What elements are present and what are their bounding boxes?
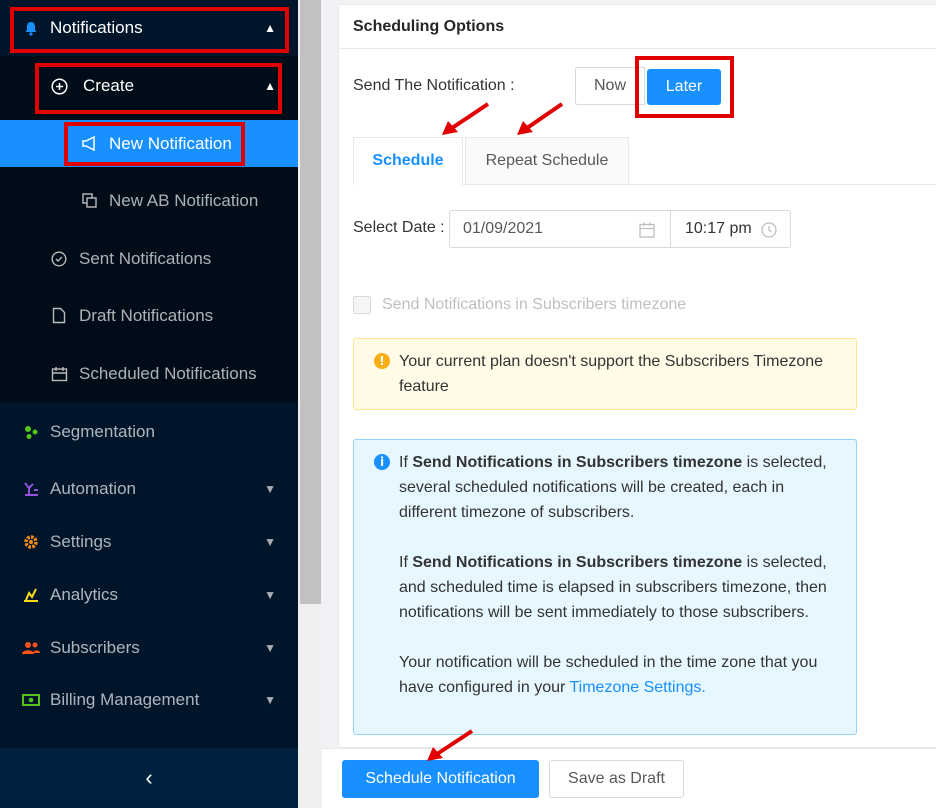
chevron-down-icon: ▼ <box>264 481 276 496</box>
menu-label: Analytics <box>50 584 119 604</box>
users-icon <box>22 639 40 657</box>
menu-label: Segmentation <box>50 421 155 441</box>
calendar-icon <box>50 365 68 383</box>
sidebar-item-label: Scheduled Notifications <box>79 363 257 383</box>
time-value: 10:17 pm <box>685 220 752 237</box>
sidebar-item-label: New Notification <box>109 133 232 153</box>
menu-subscribers[interactable]: Subscribers ▼ <box>0 624 298 671</box>
menu-segmentation[interactable]: Segmentation <box>0 408 298 455</box>
menu-label: Automation <box>50 478 136 498</box>
chevron-up-icon: ▲ <box>264 79 276 93</box>
sidebar-item-label: New AB Notification <box>109 190 259 210</box>
menu-settings[interactable]: Settings ▼ <box>0 518 298 565</box>
timezone-checkbox-label: Send Notifications in Subscribers timezo… <box>382 296 687 313</box>
info-paragraph-2: If Send Notifications in Subscribers tim… <box>399 550 842 625</box>
tab-repeat-schedule[interactable]: Repeat Schedule <box>465 137 629 185</box>
chart-icon <box>22 586 40 604</box>
menu-billing-management[interactable]: Billing Management ▼ <box>0 676 298 723</box>
date-picker-input[interactable]: 01/09/2021 <box>449 210 671 248</box>
scrollbar-thumb[interactable] <box>300 0 321 604</box>
send-label-text: Send The Notification <box>353 77 506 94</box>
gear-icon <box>22 533 40 551</box>
calendar-icon <box>639 222 655 238</box>
sidebar-item-label: Draft Notifications <box>79 305 214 325</box>
now-button[interactable]: Now <box>575 67 645 105</box>
plus-circle-icon <box>50 77 68 95</box>
sidebar-item-new-notification[interactable]: New Notification <box>0 120 298 167</box>
clock-icon <box>761 222 777 238</box>
timezone-settings-link[interactable]: Timezone Settings. <box>569 679 705 696</box>
footer-bar: Schedule Notification Save as Draft <box>322 748 936 808</box>
menu-label: Billing Management <box>50 689 200 709</box>
copy-icon <box>80 192 98 210</box>
menu-notifications-label: Notifications <box>50 18 143 37</box>
menu-label: Subscribers <box>50 637 140 657</box>
sidebar-item-label: Sent Notifications <box>79 248 212 268</box>
time-picker-input[interactable]: 10:17 pm <box>671 210 791 248</box>
sidebar-item-sent-notifications[interactable]: Sent Notifications <box>0 235 298 282</box>
exclamation-circle-icon: ! <box>374 353 390 369</box>
later-button[interactable]: Later <box>647 69 721 105</box>
menu-create[interactable]: Create ▲ <box>0 56 298 116</box>
chevron-down-icon: ▼ <box>264 692 276 707</box>
menu-notifications[interactable]: Notifications ▲ <box>0 0 298 56</box>
sidebar-item-scheduled-notifications[interactable]: Scheduled Notifications <box>0 350 298 397</box>
info-text: If <box>399 454 413 471</box>
select-date-label: Select Date : <box>353 219 445 237</box>
file-icon <box>50 307 68 325</box>
info-text: If <box>399 554 413 571</box>
chevron-left-icon: ‹ <box>145 765 153 790</box>
robot-icon <box>22 480 40 498</box>
bell-icon <box>22 19 40 37</box>
warning-alert: ! Your current plan doesn't support the … <box>353 338 857 410</box>
timezone-checkbox[interactable] <box>353 296 371 314</box>
chevron-down-icon: ▼ <box>264 534 276 549</box>
sidebar: Notifications ▲ Create ▲ New Notificatio… <box>0 0 298 808</box>
sidebar-collapse-button[interactable]: ‹ <box>0 748 298 808</box>
sidebar-item-draft-notifications[interactable]: Draft Notifications <box>0 292 298 339</box>
tab-schedule[interactable]: Schedule <box>353 137 463 185</box>
label-colon: : <box>435 219 445 236</box>
cluster-icon <box>22 423 40 441</box>
scheduling-options-card: Scheduling Options Send The Notification… <box>338 4 936 748</box>
date-value: 01/09/2021 <box>463 220 544 237</box>
info-bold-text: Send Notifications in Subscribers timezo… <box>412 554 743 571</box>
check-circle-icon <box>50 250 68 268</box>
save-as-draft-button[interactable]: Save as Draft <box>549 760 684 798</box>
menu-label: Settings <box>50 531 112 551</box>
sidebar-item-new-ab-notification[interactable]: New AB Notification <box>0 177 298 224</box>
info-paragraph-1: If Send Notifications in Subscribers tim… <box>399 450 842 525</box>
menu-analytics[interactable]: Analytics ▼ <box>0 571 298 618</box>
chevron-down-icon: ▼ <box>264 587 276 602</box>
card-title: Scheduling Options <box>339 5 936 49</box>
chevron-down-icon: ▼ <box>264 640 276 655</box>
chevron-up-icon: ▲ <box>264 21 276 35</box>
warning-text: Your current plan doesn't support the Su… <box>399 353 824 395</box>
money-icon <box>22 691 40 709</box>
info-circle-icon: i <box>374 454 390 470</box>
info-alert: i If Send Notifications in Subscribers t… <box>353 439 857 735</box>
menu-automation[interactable]: Automation ▼ <box>0 465 298 512</box>
label-colon: : <box>505 77 515 94</box>
megaphone-icon <box>80 135 98 153</box>
info-paragraph-3: Your notification will be scheduled in t… <box>399 650 842 700</box>
date-label-text: Select Date <box>353 219 436 236</box>
info-bold-text: Send Notifications in Subscribers timezo… <box>412 454 743 471</box>
schedule-notification-button[interactable]: Schedule Notification <box>342 760 539 798</box>
menu-create-label: Create <box>83 76 135 95</box>
send-notification-label: Send The Notification : <box>353 77 515 95</box>
